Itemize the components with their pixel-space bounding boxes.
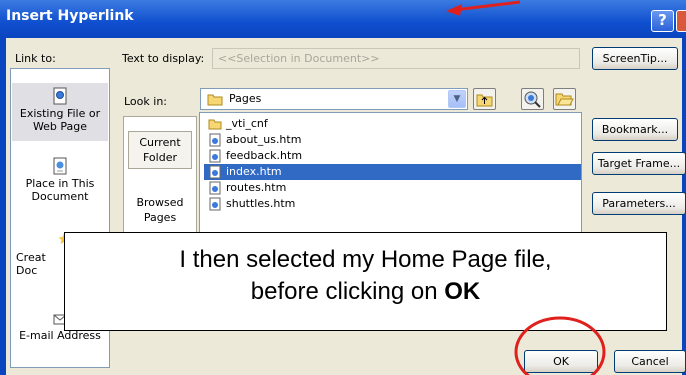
insert-hyperlink-dialog: Insert Hyperlink ? Link to: Existing Fil… — [0, 0, 686, 375]
annotation-ok-circle — [514, 316, 606, 375]
annotation-overlay — [446, 0, 606, 375]
annotation-arrow — [446, 0, 521, 16]
